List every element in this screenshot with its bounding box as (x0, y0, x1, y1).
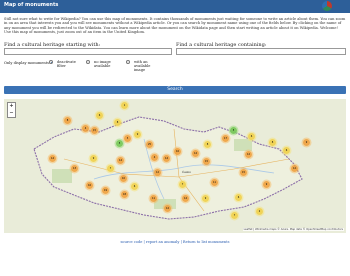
radio-with-image[interactable] (126, 60, 130, 64)
zoom-out-button[interactable]: − (8, 110, 15, 117)
cluster-marker[interactable]: 6 (283, 147, 290, 154)
cluster-marker[interactable]: 7 (107, 165, 114, 172)
header-bar: Map of monuments (0, 0, 350, 13)
cluster-marker[interactable]: 15 (203, 158, 210, 165)
page-title: Map of monuments (4, 2, 59, 8)
cluster-marker[interactable]: 14 (163, 155, 170, 162)
search-button[interactable]: Search (4, 86, 346, 94)
cluster-marker[interactable]: 12 (245, 151, 252, 158)
cluster-marker[interactable]: 18 (121, 191, 128, 198)
cluster-marker[interactable]: 9 (90, 155, 97, 162)
forest-area (234, 139, 252, 151)
cluster-marker[interactable]: 7 (231, 212, 238, 219)
cluster-marker[interactable]: 1 (121, 102, 128, 109)
cluster-marker[interactable]: 4 (151, 154, 158, 161)
country-label: Česko (182, 170, 191, 174)
cluster-marker[interactable]: 7 (179, 181, 186, 188)
search-start-input[interactable] (4, 48, 172, 55)
wikimedia-logo[interactable] (322, 1, 346, 12)
cluster-marker[interactable]: 9 (134, 131, 141, 138)
cluster-marker[interactable]: 13 (71, 165, 78, 172)
cluster-marker[interactable]: 25 (146, 141, 153, 148)
cluster-marker[interactable]: 8 (64, 117, 71, 124)
cluster-marker[interactable]: 16 (86, 182, 93, 189)
cluster-marker[interactable]: 5 (116, 140, 123, 147)
cluster-marker[interactable]: 14 (182, 195, 189, 202)
cluster-marker[interactable]: 6 (248, 133, 255, 140)
map-attribution[interactable]: Leaflet | Wikimedia maps © Azure. Map da… (242, 228, 344, 231)
radio-label-with-image: with an available image (134, 60, 151, 73)
cluster-marker[interactable]: 12 (164, 205, 171, 212)
cluster-marker[interactable]: 8 (204, 141, 211, 148)
filter-label: Only display monuments: (4, 61, 51, 65)
cluster-marker[interactable]: 6 (235, 194, 242, 201)
cluster-marker[interactable]: 12 (154, 169, 161, 176)
cluster-marker[interactable]: 11 (211, 179, 218, 186)
monument-map[interactable]: + − Česko 1 8 6 8 5 3 4 9 15 14 25 14 8 17 6 5 8 6 9 4 16 14 1… (4, 99, 346, 233)
cluster-marker[interactable]: 19 (102, 187, 109, 194)
logo-icon (322, 1, 332, 11)
zoom-control: + − (7, 102, 16, 118)
cluster-marker[interactable]: 2 (256, 208, 263, 215)
cluster-marker[interactable]: 8 (269, 139, 276, 146)
intro-text: Still not sure what to write for Wikiped… (4, 17, 346, 35)
cluster-marker[interactable]: 17 (222, 135, 229, 142)
cluster-marker[interactable]: 14 (117, 157, 124, 164)
cluster-marker[interactable]: 11 (150, 195, 157, 202)
zoom-in-button[interactable]: + (8, 103, 15, 110)
cluster-marker[interactable]: 9 (202, 195, 209, 202)
cluster-marker[interactable]: 5 (230, 127, 237, 134)
cluster-marker[interactable]: 12 (291, 165, 298, 172)
cluster-marker[interactable]: 10 (120, 175, 127, 182)
cluster-marker[interactable]: 15 (240, 169, 247, 176)
cluster-marker[interactable]: 14 (49, 155, 56, 162)
forest-area (52, 169, 72, 183)
footer-links[interactable]: source code | report an anomaly | Return… (0, 240, 350, 244)
cluster-marker[interactable]: 9 (303, 139, 310, 146)
radio-label-no-image: no image available (94, 60, 111, 69)
cluster-marker[interactable]: 6 (131, 183, 138, 190)
cluster-marker[interactable]: 9 (263, 181, 270, 188)
cluster-marker[interactable]: 15 (91, 127, 98, 134)
radio-label-deactivate-filter: deactivate filter (57, 60, 76, 69)
cluster-marker[interactable]: 14 (192, 150, 199, 157)
cluster-marker[interactable]: 16 (174, 148, 181, 155)
cluster-marker[interactable]: 6 (96, 112, 103, 119)
cluster-marker[interactable]: 4 (82, 125, 89, 132)
cluster-marker[interactable]: 8 (114, 119, 121, 126)
search-contains-input[interactable] (176, 48, 346, 55)
radio-no-image[interactable] (86, 60, 90, 64)
cluster-marker[interactable]: 3 (124, 135, 131, 142)
radio-deactivate-filter[interactable] (49, 60, 53, 64)
